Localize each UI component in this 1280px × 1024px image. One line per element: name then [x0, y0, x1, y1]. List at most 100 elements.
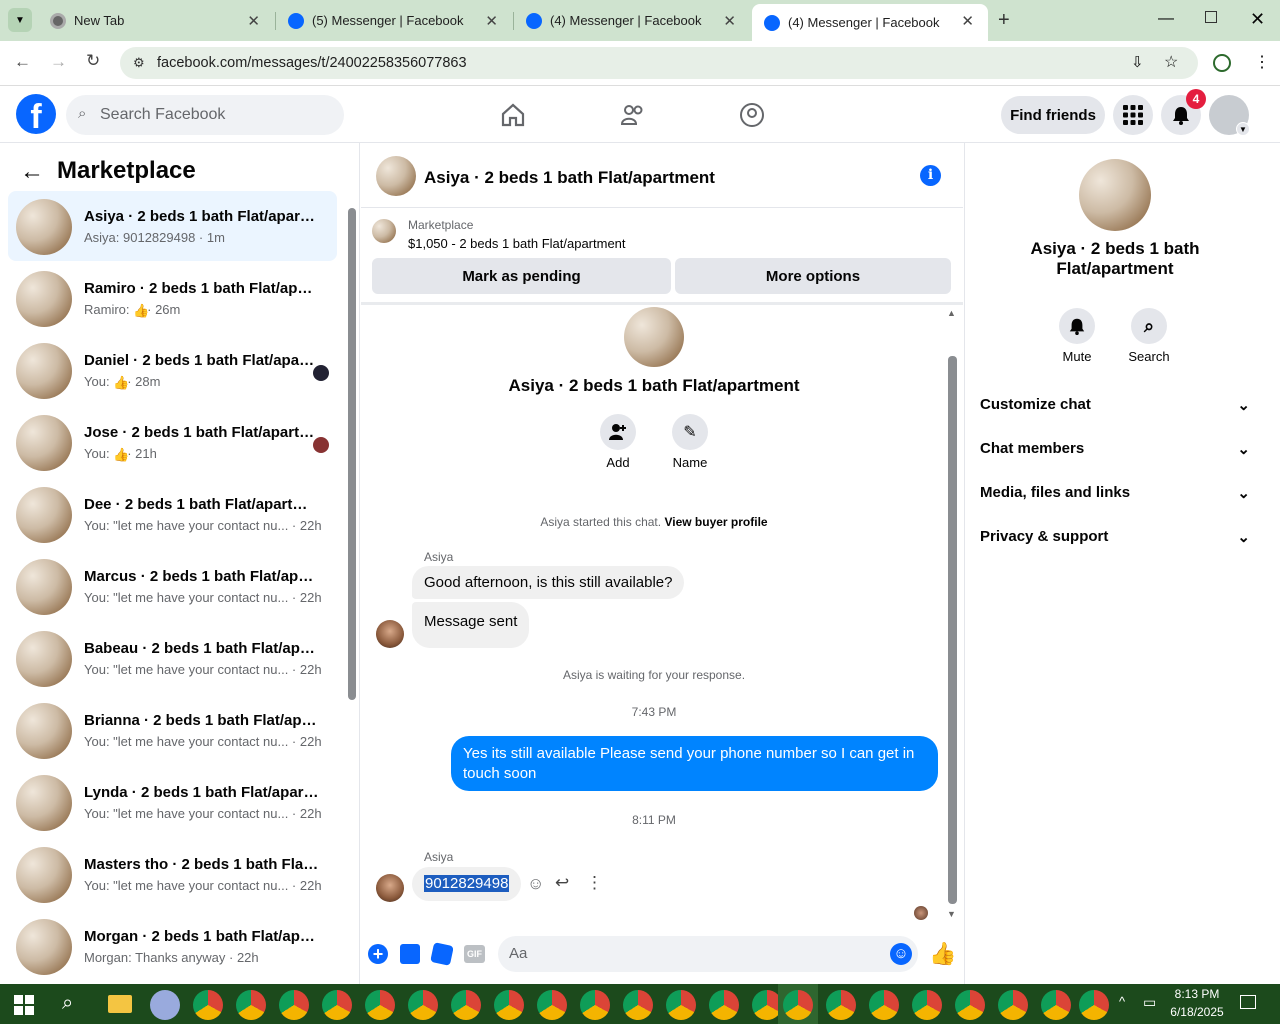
chevron-down-icon[interactable]: ▼ [1236, 122, 1250, 136]
chrome-icon[interactable] [537, 990, 567, 1020]
tab-search-button[interactable]: ▼ [8, 8, 32, 32]
scroll-down-icon[interactable]: ▼ [947, 909, 956, 919]
thumbs-up-send-icon[interactable]: 👍 [929, 941, 956, 967]
plus-actions-icon[interactable]: + [368, 944, 388, 964]
chrome-icon[interactable] [709, 990, 739, 1020]
received-message[interactable]: 9012829498 [412, 867, 522, 901]
message-input[interactable] [498, 936, 918, 972]
chrome-icon[interactable] [580, 990, 610, 1020]
privacy-support-section[interactable]: Privacy & support ⌄ [980, 528, 1250, 546]
search-icon[interactable]: ⌕ [62, 992, 73, 1015]
restore-icon[interactable] [1205, 11, 1217, 23]
customize-chat-section[interactable]: Customize chat ⌄ [980, 396, 1250, 414]
conversation-item[interactable]: Ramiro · 2 beds 1 bath Flat/apartment Ra… [8, 263, 337, 333]
new-tab-plus-icon[interactable]: + [998, 9, 1010, 32]
search-icon[interactable]: ⌕ [1131, 308, 1167, 344]
facebook-logo-icon[interactable]: f [16, 94, 56, 134]
info-icon[interactable]: i [920, 165, 941, 186]
taskbar-time[interactable]: 8:13 PM [1165, 987, 1229, 1001]
app-icon[interactable] [150, 990, 180, 1020]
chrome-icon[interactable] [666, 990, 696, 1020]
notification-center-icon[interactable] [1240, 995, 1256, 1009]
received-message[interactable]: Good afternoon, is this still available? [412, 566, 685, 599]
close-tab-icon[interactable]: ✕ [247, 12, 260, 30]
received-message[interactable]: Message sent [412, 602, 530, 648]
chrome-icon[interactable] [912, 990, 942, 1020]
chat-avatar[interactable] [376, 156, 416, 196]
chrome-icon[interactable] [1079, 990, 1109, 1020]
sender-avatar[interactable] [376, 874, 404, 902]
reload-icon[interactable]: ↻ [86, 51, 100, 71]
react-emoji-icon[interactable]: ☺ [527, 874, 544, 894]
menu-grid-icon[interactable] [1113, 95, 1153, 135]
close-window-icon[interactable]: ✕ [1250, 9, 1265, 30]
chrome-icon[interactable] [408, 990, 438, 1020]
pencil-icon[interactable]: ✎ [672, 414, 708, 450]
chat-members-section[interactable]: Chat members ⌄ [980, 440, 1250, 458]
profile-icon[interactable] [1213, 54, 1231, 72]
conversation-item[interactable]: Daniel · 2 beds 1 bath Flat/apartment Yo… [8, 335, 337, 405]
chrome-icon[interactable] [955, 990, 985, 1020]
network-icon[interactable]: ▭ [1143, 994, 1156, 1011]
minimize-icon[interactable]: — [1158, 10, 1174, 28]
mark-as-pending-button[interactable]: Mark as pending [372, 258, 671, 294]
selected-phone-number[interactable]: 9012829498 [424, 875, 510, 892]
scroll-up-icon[interactable]: ▲ [947, 308, 956, 318]
chrome-icon-active[interactable] [783, 990, 813, 1020]
tab-messenger-4a[interactable]: (4) Messenger | Facebook ✕ [514, 0, 750, 41]
tab-messenger-5[interactable]: (5) Messenger | Facebook ✕ [276, 0, 512, 41]
site-info-icon[interactable]: ⚙ [133, 55, 145, 71]
friends-icon[interactable] [620, 102, 646, 128]
conversation-item[interactable]: Babeau · 2 beds 1 bath Flat/apartment Yo… [8, 623, 337, 693]
close-tab-icon[interactable]: ✕ [723, 12, 736, 30]
listing-description[interactable]: $1,050 - 2 beds 1 bath Flat/apartment [408, 236, 626, 251]
groups-icon[interactable] [739, 102, 765, 128]
reply-icon[interactable]: ↩ [555, 873, 569, 893]
gif-icon[interactable]: GIF [464, 945, 485, 963]
conversation-item[interactable]: Lynda · 2 beds 1 bath Flat/apartment You… [8, 767, 337, 837]
chrome-icon[interactable] [236, 990, 266, 1020]
facebook-search-input[interactable]: ⌕ Search Facebook [66, 95, 344, 135]
back-arrow-icon[interactable]: ← [20, 158, 44, 186]
chrome-icon[interactable] [365, 990, 395, 1020]
conversation-item[interactable]: Morgan · 2 beds 1 bath Flat/apartment Mo… [8, 911, 337, 981]
menu-dots-icon[interactable]: ⋮ [1254, 52, 1270, 72]
tab-messenger-4b-active[interactable]: (4) Messenger | Facebook ✕ [752, 4, 988, 41]
forward-arrow-icon[interactable]: → [50, 52, 67, 72]
conversation-item[interactable]: Dee · 2 beds 1 bath Flat/apartment You: … [8, 479, 337, 549]
conversation-item[interactable]: Masters tho · 2 beds 1 bath Flat/apartme… [8, 839, 337, 909]
install-app-icon[interactable]: ⇩ [1131, 53, 1144, 71]
chat-title[interactable]: Asiya · 2 beds 1 bath Flat/apartment [424, 168, 715, 188]
chrome-icon[interactable] [869, 990, 899, 1020]
emoji-icon[interactable]: ☺ [890, 943, 912, 965]
chrome-icon[interactable] [193, 990, 223, 1020]
conversation-item[interactable]: Jose · 2 beds 1 bath Flat/apartment You:… [8, 407, 337, 477]
chrome-icon[interactable] [494, 990, 524, 1020]
file-explorer-icon[interactable] [108, 995, 132, 1013]
chrome-icon[interactable] [451, 990, 481, 1020]
taskbar-date[interactable]: 6/18/2025 [1163, 1005, 1231, 1019]
chrome-icon[interactable] [623, 990, 653, 1020]
chat-scrollbar[interactable] [948, 356, 957, 904]
sticker-icon[interactable] [430, 942, 454, 966]
home-icon[interactable] [500, 102, 526, 128]
more-options-button[interactable]: More options [675, 258, 951, 294]
chrome-icon[interactable] [998, 990, 1028, 1020]
find-friends-button[interactable]: Find friends [1001, 96, 1105, 134]
sent-message[interactable]: Yes its still available Please send your… [451, 736, 938, 791]
bookmark-star-icon[interactable]: ☆ [1164, 52, 1178, 72]
bell-icon[interactable] [1059, 308, 1095, 344]
chrome-icon[interactable] [826, 990, 856, 1020]
chrome-icon[interactable] [1041, 990, 1071, 1020]
photo-icon[interactable] [400, 944, 420, 964]
back-arrow-icon[interactable]: ← [14, 52, 31, 72]
chrome-icon[interactable] [279, 990, 309, 1020]
media-files-links-section[interactable]: Media, files and links ⌄ [980, 484, 1250, 502]
more-dots-icon[interactable]: ⋮ [586, 873, 603, 893]
conversation-item[interactable]: Asiya · 2 beds 1 bath Flat/apartment Asi… [8, 191, 337, 261]
close-tab-icon[interactable]: ✕ [961, 12, 974, 30]
tab-new-tab[interactable]: New Tab ✕ [38, 0, 274, 41]
url-text[interactable]: facebook.com/messages/t/2400225835607786… [157, 55, 467, 71]
tray-chevron-icon[interactable]: ^ [1119, 994, 1125, 1009]
add-people-icon[interactable] [600, 414, 636, 450]
